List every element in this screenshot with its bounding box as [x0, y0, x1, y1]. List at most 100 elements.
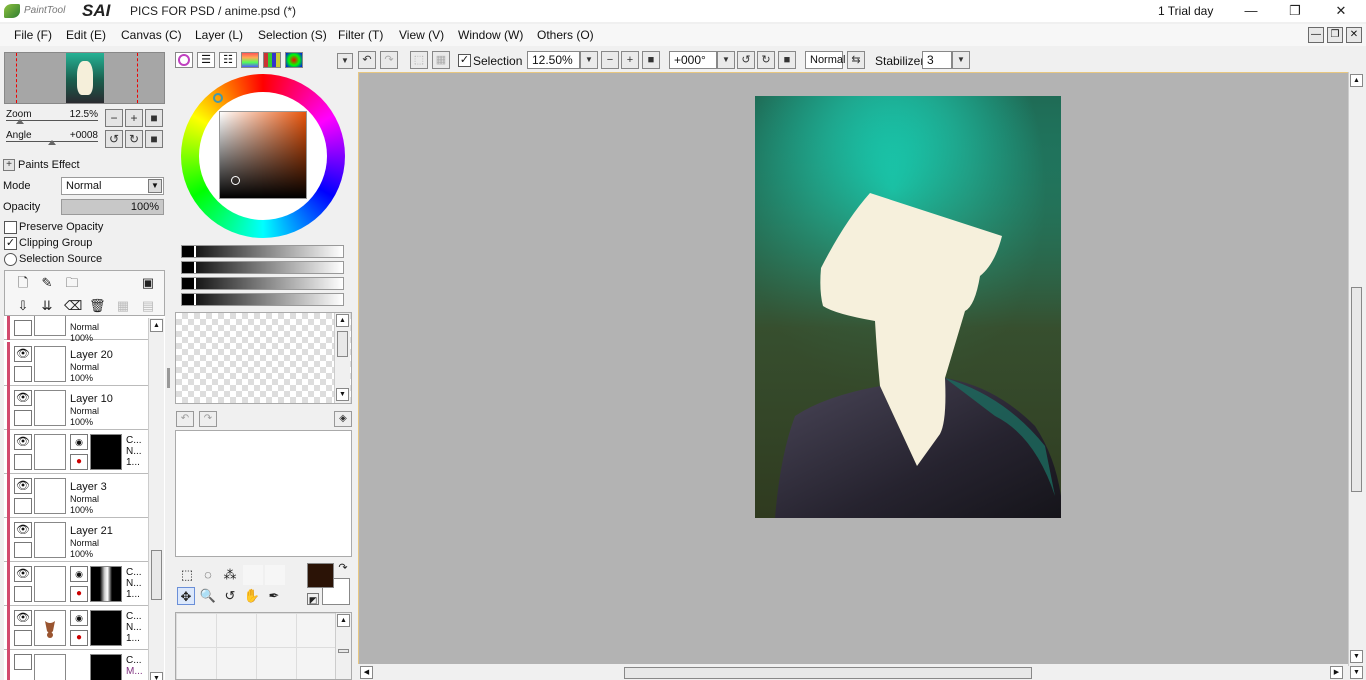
flip-horizontal-button[interactable]: ⇆	[847, 51, 865, 69]
brush-scroll-thumb[interactable]	[338, 649, 349, 653]
new-linework-layer-icon[interactable]: ✎	[39, 275, 55, 291]
toolbar-rotate-left-button[interactable]: ↺	[737, 51, 755, 69]
layer-lock-toggle[interactable]	[14, 366, 32, 382]
scroll-right-icon[interactable]: ▶	[1330, 666, 1343, 679]
zoom-reset-button[interactable]: ■	[145, 109, 163, 127]
panel-splitter[interactable]	[167, 368, 170, 388]
mode-select[interactable]: Normal ▼	[61, 177, 164, 195]
layer-row[interactable]: 👁 Layer 3 Normal 100%	[4, 474, 149, 518]
tab-color-mixer[interactable]	[285, 52, 303, 68]
menu-layer[interactable]: Layer (L)	[195, 28, 243, 42]
eye-icon[interactable]: 👁	[14, 346, 32, 362]
color-swatches-area[interactable]	[175, 312, 352, 404]
redo-button[interactable]: ↷	[380, 51, 398, 69]
magic-wand-tool-icon[interactable]: ⁂	[221, 566, 239, 584]
move-tool-icon[interactable]: ✥	[177, 587, 195, 605]
eye-icon[interactable]: 👁	[14, 434, 32, 450]
scratch-clear-button[interactable]: ◈	[334, 411, 352, 427]
saturation-value-square[interactable]	[219, 111, 307, 199]
eye-icon[interactable]: 👁	[14, 566, 32, 582]
eye-icon[interactable]: 👁	[14, 478, 32, 494]
menu-selection[interactable]: Selection (S)	[258, 28, 327, 42]
rotate-reset-button[interactable]: ■	[145, 130, 163, 148]
toolbar-rotate-right-button[interactable]: ↻	[757, 51, 775, 69]
zoom-knob[interactable]	[16, 119, 24, 124]
layer-row[interactable]: 👁 ◉ ● C... N... 1...	[4, 430, 149, 474]
minimize-button[interactable]: —	[1228, 0, 1274, 22]
scroll-up-icon[interactable]: ▲	[150, 319, 163, 332]
zoom-field[interactable]: 12.50%	[527, 51, 580, 69]
lasso-tool-icon[interactable]: ◌	[199, 566, 217, 584]
layer-row[interactable]: 👁 ◉ ● C... N... 1...	[4, 562, 149, 606]
transfer-down-icon[interactable]: ⇩	[15, 298, 31, 314]
color-slider-1[interactable]	[181, 245, 344, 258]
rotate-left-button[interactable]: ↺	[105, 130, 123, 148]
toolbar-rotate-reset-button[interactable]: ■	[778, 51, 796, 69]
rotation-dropdown[interactable]: ▼	[717, 51, 735, 69]
brush-scrollbar[interactable]: ▲	[335, 613, 351, 679]
invert-selection-button[interactable]: ▦	[432, 51, 450, 69]
scroll-left-icon[interactable]: ◀	[360, 666, 373, 679]
clipping-group-checkbox[interactable]: ✓	[4, 237, 17, 250]
angle-slider[interactable]: Angle +0008	[6, 130, 98, 145]
layer-lock-toggle[interactable]	[14, 630, 32, 646]
clear-layer-icon[interactable]: ⌫	[64, 298, 82, 314]
scratch-undo-button[interactable]: ↶	[176, 411, 194, 427]
canvas-horizontal-scrollbar[interactable]: ◀ ▶	[358, 666, 1348, 680]
eye-icon[interactable]: 👁	[14, 522, 32, 538]
rotate-tool-icon[interactable]: ↺	[221, 587, 239, 605]
menu-others[interactable]: Others (O)	[537, 28, 594, 42]
mask-toggle[interactable]: ◉	[70, 434, 88, 450]
menu-edit[interactable]: Edit (E)	[66, 28, 106, 42]
mask-toggle[interactable]: ◉	[70, 610, 88, 626]
scratch-redo-button[interactable]: ↷	[199, 411, 217, 427]
layer-row[interactable]: 👁 ◉ ● C... N... 1...	[4, 606, 149, 650]
mask-link-toggle[interactable]: ●	[70, 630, 88, 646]
layer-row[interactable]: 👁 Layer 21 Normal 100%	[4, 518, 149, 562]
tab-color-wheel[interactable]	[175, 52, 193, 68]
paints-effect-expand[interactable]: +	[3, 159, 15, 171]
doc-restore-button[interactable]: ❐	[1327, 27, 1343, 43]
scroll-corner-down-icon[interactable]: ▼	[1350, 666, 1363, 679]
layer-row[interactable]: 👁 Layer 10 Normal 100%	[4, 386, 149, 430]
layer-row[interactable]: C... M...	[4, 650, 149, 680]
vertical-scroll-thumb[interactable]	[1351, 287, 1362, 492]
layer-lock-toggle[interactable]	[14, 454, 32, 470]
toolbar-zoom-out-button[interactable]: −	[601, 51, 619, 69]
mask-link-toggle[interactable]: ●	[70, 454, 88, 470]
layer-row[interactable]: Normal 100%	[4, 316, 149, 343]
layer-lock-toggle[interactable]	[14, 320, 32, 336]
rotate-right-button[interactable]: ↻	[125, 130, 143, 148]
angle-knob[interactable]	[48, 140, 56, 145]
doc-close-button[interactable]: ✕	[1346, 27, 1362, 43]
layer-lock-toggle[interactable]	[14, 654, 32, 670]
drawing-canvas[interactable]	[755, 96, 1061, 518]
zoom-slider[interactable]: Zoom 12.5%	[6, 109, 98, 124]
preserve-opacity-checkbox[interactable]	[4, 221, 17, 234]
stabilizer-field[interactable]: 3	[922, 51, 952, 69]
tab-rgb-sliders[interactable]: ☰	[197, 52, 215, 68]
undo-button[interactable]: ↶	[358, 51, 376, 69]
layer-lock-toggle[interactable]	[14, 498, 32, 514]
layer-row[interactable]: 👁 Layer 20 Normal 100%	[4, 342, 149, 386]
new-folder-icon[interactable]: 🗀	[64, 275, 80, 291]
eyedropper-tool-icon[interactable]: ✒	[265, 587, 283, 605]
scroll-up-icon[interactable]: ▲	[337, 614, 350, 627]
maximize-button[interactable]: ❐	[1272, 0, 1318, 22]
brush-tool-palette[interactable]	[175, 612, 352, 680]
opacity-bar[interactable]: 100%	[61, 199, 164, 215]
layer-scrollbar[interactable]: ▲ ▼	[148, 318, 164, 680]
zoom-tool-icon[interactable]: 🔍	[199, 587, 217, 605]
menu-window[interactable]: Window (W)	[458, 28, 523, 42]
delete-layer-icon[interactable]: 🗑	[89, 298, 106, 314]
reset-colors-icon[interactable]: ◩	[307, 593, 319, 605]
scroll-up-icon[interactable]: ▲	[1350, 74, 1363, 87]
layer-lock-toggle[interactable]	[14, 542, 32, 558]
tab-color-palette[interactable]	[241, 52, 259, 68]
color-slider-4[interactable]	[181, 293, 344, 306]
menu-filter[interactable]: Filter (T)	[338, 28, 383, 42]
menu-canvas[interactable]: Canvas (C)	[121, 28, 182, 42]
color-slider-2[interactable]	[181, 261, 344, 274]
zoom-out-button[interactable]: −	[105, 109, 123, 127]
hand-tool-icon[interactable]: ✋	[243, 587, 261, 605]
